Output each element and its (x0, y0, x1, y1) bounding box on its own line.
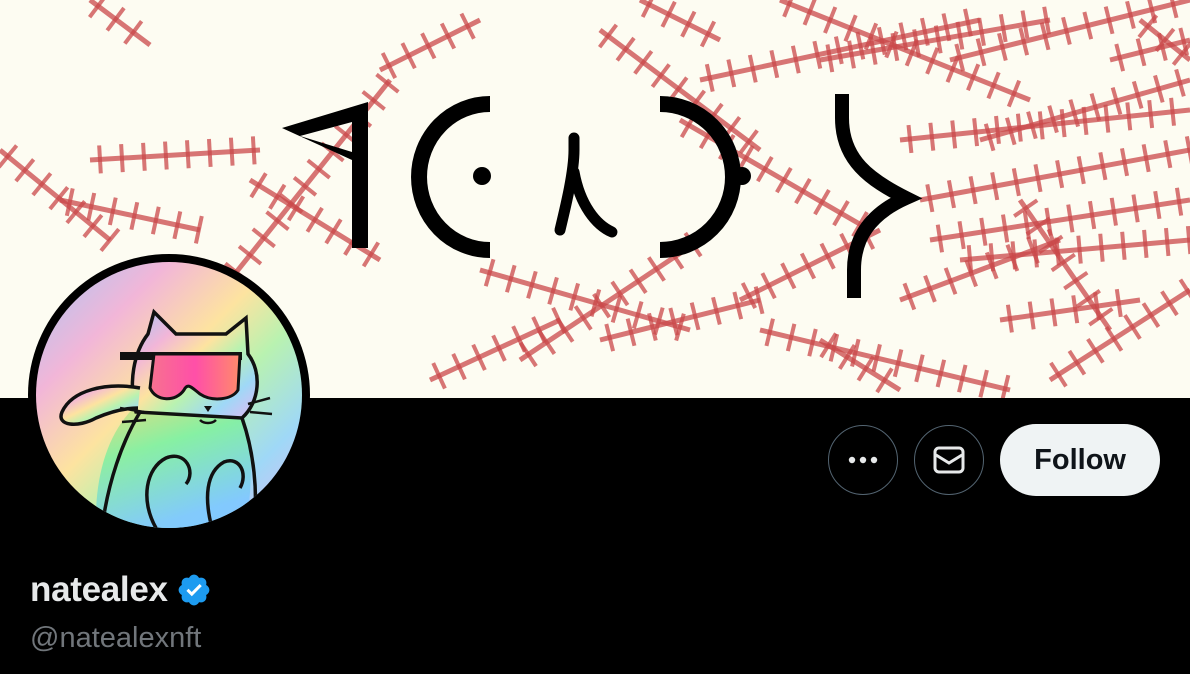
banner-stitch-tick (946, 180, 956, 209)
avatar-ring (28, 254, 310, 536)
banner-stitch-tick (1076, 235, 1083, 264)
banner-stitch-tick (615, 36, 636, 62)
banner-stitch-tick (994, 115, 1001, 145)
banner-stitch-tick (928, 122, 936, 151)
profile-actions: Follow (828, 424, 1160, 496)
banner-stitch-tick (1093, 291, 1101, 321)
more-button[interactable] (828, 425, 899, 495)
banner-stitch-tick (228, 137, 235, 166)
banner-stitch-tick (1147, 99, 1155, 129)
banner-stitch-tick (1049, 361, 1068, 388)
banner-stitch-tick (650, 63, 671, 89)
banner-stitch-tick (1169, 97, 1176, 126)
banner-stitch-tick (1088, 307, 1114, 327)
banner-stitch-tick (249, 172, 268, 199)
banner-stitch-tick (647, 256, 666, 282)
banner-stitch-tick (990, 172, 1000, 201)
banner-stitch-tick (1063, 270, 1089, 291)
display-name: natealex (30, 570, 168, 609)
banner-stitch-tick (1163, 139, 1173, 169)
banner-stitch-tick (628, 268, 648, 294)
banner-stitch-tick (305, 206, 324, 233)
banner-stitch-tick (825, 44, 835, 73)
banner-stitch-tick (250, 136, 257, 165)
display-name-row: natealex (30, 570, 212, 610)
banner-stitch-tick (979, 217, 988, 246)
banner-stitch-tick (1067, 349, 1087, 376)
banner-stitch-tick (1120, 231, 1127, 260)
banner-stitch-tick (1160, 290, 1179, 317)
banner-stitch-tick (119, 144, 125, 173)
banner-stitch-line (959, 237, 1190, 263)
banner-stitch-line (929, 197, 1190, 243)
banner-stitch-tick (1131, 194, 1140, 223)
banner-stitch-tick (141, 142, 147, 171)
banner-stitch-tick (1055, 160, 1065, 189)
banner-stitch-tick (1027, 301, 1036, 330)
banner-stitch-tick (972, 118, 980, 147)
banner-stitch-tick (1076, 156, 1086, 185)
banner-stitch-line (89, 147, 261, 163)
banner-stitch-tick (1174, 187, 1184, 216)
banner-stitch-tick (668, 76, 689, 102)
banner-stitch-tick (97, 145, 103, 174)
banner-stitch-tick (1005, 304, 1014, 333)
banner-stitch-tick (1125, 102, 1133, 131)
banner-stitch-tick (185, 140, 191, 169)
banner-stitch-tick (957, 220, 966, 250)
profile-header: Follow natealex @natealexnft (0, 0, 1190, 674)
banner-stitch-tick (1066, 204, 1075, 233)
banner-stitch-tick (1098, 233, 1105, 262)
banner-stitch-tick (1011, 168, 1021, 197)
banner-stitch-tick (875, 367, 894, 394)
message-button[interactable] (914, 425, 985, 495)
banner-stitch-tick (206, 138, 213, 168)
banner-stitch-tick (1001, 214, 1010, 243)
verified-badge-icon[interactable] (176, 572, 212, 608)
banner-stitch-line (818, 337, 902, 393)
follow-button[interactable]: Follow (1000, 424, 1160, 496)
banner-stitch-tick (123, 20, 144, 45)
banner-stitch-tick (324, 218, 343, 245)
banner-stitch-tick (597, 23, 619, 49)
banner-stitch-tick (1033, 164, 1043, 193)
banner-stitch-tick (1142, 229, 1149, 259)
banner-stitch-tick (633, 50, 654, 75)
banner-stitch-tick (1114, 288, 1123, 318)
banner-stitch-tick (1071, 295, 1080, 324)
banner-stitch-tick (1104, 326, 1124, 352)
banner-stitch-tick (1153, 190, 1162, 220)
more-icon (848, 456, 878, 464)
banner-stitch-tick (1164, 227, 1171, 257)
banner-stitch-tick (1120, 147, 1130, 177)
banner-stitch-tick (856, 355, 875, 382)
banner-stitch-tick (163, 141, 169, 170)
banner-stitch-tick (1049, 298, 1058, 327)
banner-stitch-tick (1141, 143, 1151, 173)
banner-stitch-line (598, 28, 762, 152)
banner-stitch-tick (950, 120, 958, 149)
mail-icon (933, 446, 965, 474)
banner-stitch-tick (1103, 104, 1111, 133)
banner-stitch-tick (573, 305, 593, 331)
banner-stitch-tick (1123, 314, 1142, 340)
avatar[interactable] (36, 262, 302, 528)
banner-stitch-line (919, 147, 1190, 203)
banner-stitch-tick (925, 184, 935, 213)
avatar-cat-illustration (36, 262, 302, 528)
banner-stitch-tick (1086, 337, 1105, 364)
banner-stitch-tick (105, 6, 126, 32)
banner-stitch-tick (1087, 200, 1097, 230)
banner-stitch-line (899, 237, 1061, 303)
banner-stitch-tick (1098, 152, 1108, 181)
banner-stitch-tick (906, 124, 914, 154)
user-handle: @natealexnft (30, 622, 202, 654)
banner-stitch-line (899, 107, 1190, 143)
banner-stitch-tick (935, 224, 944, 253)
banner-stitch-tick (1109, 197, 1118, 226)
banner-stitch-tick (1050, 252, 1076, 273)
banner-stitch-tick (968, 176, 978, 205)
banner-stitch-tick (1141, 302, 1161, 328)
